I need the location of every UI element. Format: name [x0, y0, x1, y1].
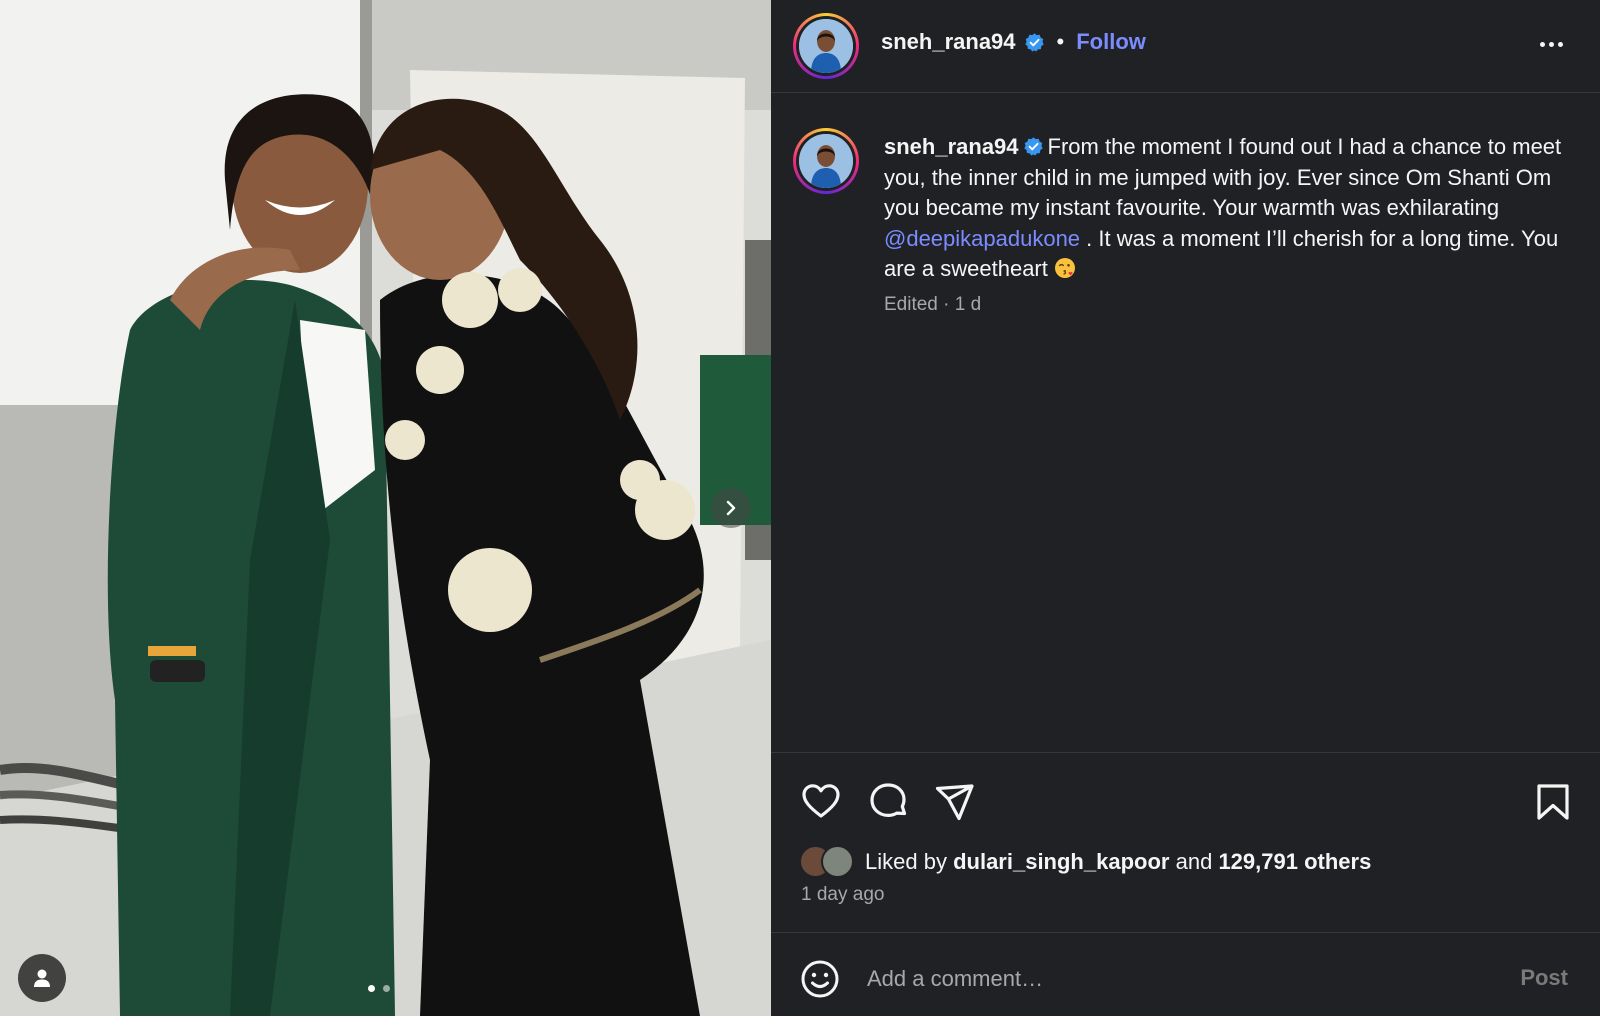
- action-bar: [771, 770, 1600, 830]
- likes-conjunction: and: [1175, 849, 1213, 874]
- caption-text: sneh_rana94 From the moment I found out …: [884, 132, 1584, 285]
- instagram-post: sneh_rana94 • Follow sneh_rana94 From th…: [0, 0, 1600, 1016]
- caption-username[interactable]: sneh_rana94: [884, 134, 1019, 159]
- bookmark-icon[interactable]: [1531, 780, 1575, 824]
- comment-bar: Post: [771, 932, 1600, 1016]
- post-media[interactable]: [0, 0, 771, 1016]
- likes-others-count[interactable]: 129,791 others: [1218, 849, 1371, 875]
- carousel-dot: [383, 985, 390, 992]
- comment-icon[interactable]: [866, 780, 910, 824]
- post-timestamp[interactable]: 1 day ago: [801, 884, 884, 906]
- more-horizontal-icon: [1540, 41, 1545, 47]
- likes-prefix: Liked by: [865, 849, 947, 874]
- carousel-dot-active: [368, 985, 375, 992]
- post-header: sneh_rana94 • Follow: [771, 0, 1600, 92]
- actions-divider: [771, 752, 1600, 753]
- caption-author-avatar[interactable]: [793, 128, 859, 194]
- user-tag-icon: [34, 969, 50, 987]
- carousel-indicator: [368, 985, 390, 992]
- heart-icon[interactable]: [799, 780, 843, 824]
- author-username[interactable]: sneh_rana94: [881, 29, 1016, 55]
- verified-badge-icon: [1024, 32, 1044, 52]
- verified-badge-icon: [1023, 137, 1043, 156]
- author-avatar[interactable]: [793, 13, 859, 79]
- post-comment-button[interactable]: Post: [1520, 965, 1568, 991]
- face-blowing-kiss-emoji-icon: [1055, 258, 1075, 278]
- liker-username[interactable]: dulari_singh_kapoor: [953, 849, 1169, 875]
- tagged-users-button[interactable]: [18, 954, 66, 1002]
- more-options-button[interactable]: [1540, 34, 1570, 54]
- next-slide-button[interactable]: [711, 488, 751, 528]
- comment-input[interactable]: [867, 962, 1467, 996]
- smiley-icon[interactable]: [798, 957, 842, 1001]
- send-icon[interactable]: [933, 780, 977, 824]
- header-separator: •: [1056, 29, 1065, 54]
- follow-button[interactable]: Follow: [1076, 29, 1146, 55]
- caption-section: sneh_rana94 From the moment I found out …: [771, 92, 1600, 752]
- post-photo: [0, 0, 771, 1016]
- chevron-right-icon: [726, 500, 736, 516]
- avatar-photo: [799, 19, 853, 73]
- likes-summary: Liked by dulari_singh_kapoor and 129,791…: [799, 845, 1371, 879]
- caption-mention-link[interactable]: @deepikapadukone: [884, 226, 1080, 251]
- post-side-panel: sneh_rana94 • Follow sneh_rana94 From th…: [771, 0, 1600, 1016]
- liker-avatars[interactable]: [799, 845, 859, 879]
- header-user: sneh_rana94 • Follow: [881, 29, 1146, 55]
- liker-avatar: [821, 845, 854, 878]
- avatar-photo: [799, 134, 853, 188]
- caption-meta: Edited · 1 d: [884, 294, 982, 315]
